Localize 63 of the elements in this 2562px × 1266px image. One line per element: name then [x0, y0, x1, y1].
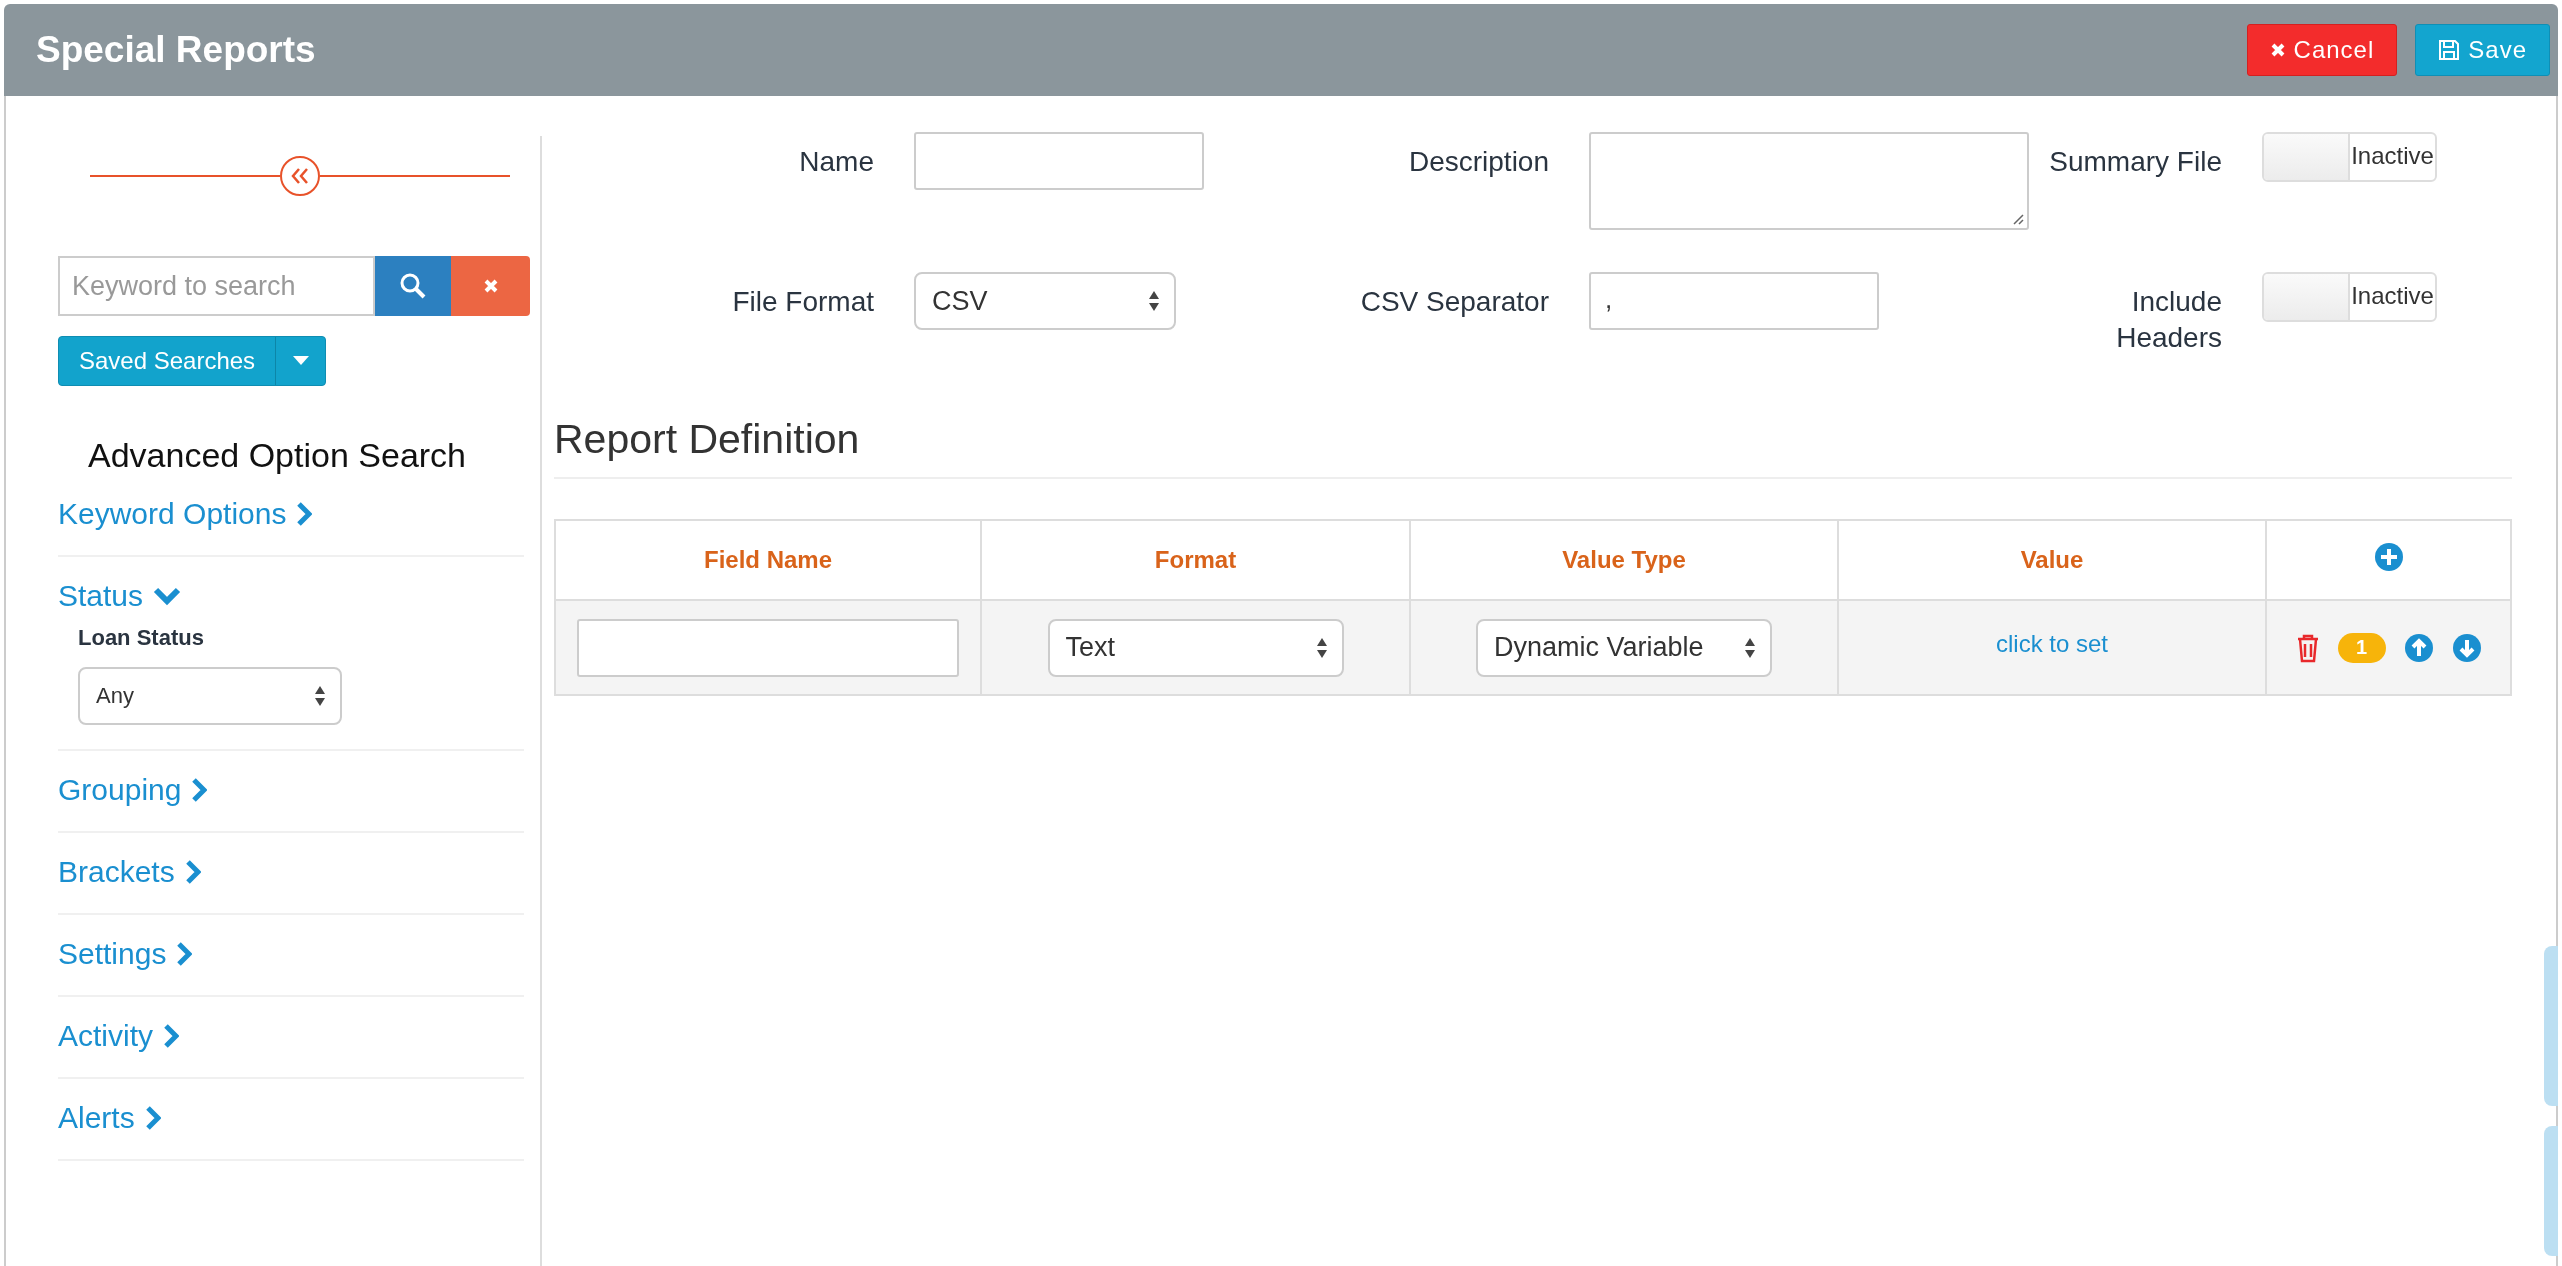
- caret-down-icon: [292, 356, 309, 366]
- field-label: Description: [1407, 145, 1550, 179]
- section-toggle[interactable]: Keyword Options: [58, 497, 313, 531]
- column-header: Value: [1838, 520, 2266, 600]
- search-button[interactable]: [375, 256, 451, 316]
- toggle-switch[interactable]: Inactive: [2262, 272, 2437, 322]
- chevron-right-icon: [144, 1105, 161, 1131]
- field-label: Summary File: [2048, 145, 2223, 179]
- cancel-button[interactable]: Cancel: [2246, 24, 2398, 76]
- resize-grip-icon: [2012, 213, 2024, 225]
- side-handle[interactable]: [2544, 946, 2558, 1106]
- section-toggle[interactable]: Alerts: [58, 1101, 161, 1135]
- select-field[interactable]: Any: [78, 667, 342, 725]
- select-arrows-icon: [1315, 636, 1328, 659]
- page-title: Special Reports: [36, 29, 316, 71]
- chevron-down-icon: [153, 586, 182, 606]
- section-toggle[interactable]: Settings: [58, 937, 193, 971]
- chevron-right-icon: [191, 777, 208, 803]
- keyword-search-field[interactable]: Keyword to search: [58, 256, 375, 316]
- side-handle[interactable]: [2544, 1126, 2558, 1256]
- saved-searches-button[interactable]: Saved Searches: [59, 337, 275, 385]
- trash-icon[interactable]: [2295, 632, 2320, 663]
- add-row-icon[interactable]: [2373, 542, 2404, 572]
- arrow-down-icon[interactable]: [2451, 632, 2482, 663]
- section-heading: Report Definition: [554, 416, 2512, 479]
- field-label: File Format: [731, 285, 875, 319]
- section-toggle[interactable]: Grouping: [58, 773, 208, 807]
- text-input[interactable]: ,: [1589, 272, 1879, 330]
- section-toggle[interactable]: Status: [58, 579, 182, 613]
- toggle-switch[interactable]: Inactive: [2262, 132, 2437, 182]
- section-toggle[interactable]: Brackets: [58, 855, 201, 889]
- click-to-set-link[interactable]: click to set: [1996, 629, 2108, 657]
- field-name-input[interactable]: [577, 618, 959, 677]
- arrow-up-icon[interactable]: [2403, 632, 2434, 663]
- search-icon: [399, 272, 427, 300]
- close-icon: [482, 278, 499, 294]
- select-field[interactable]: CSV: [914, 272, 1176, 330]
- section-toggle[interactable]: Activity: [58, 1019, 179, 1053]
- column-header: Format: [981, 520, 1410, 600]
- clear-search-button[interactable]: [451, 256, 530, 316]
- advanced-search-heading: Advanced Option Search: [88, 436, 468, 475]
- chevron-right-icon: [184, 859, 201, 885]
- field-label: Name: [798, 145, 875, 179]
- column-header: Value Type: [1410, 520, 1838, 600]
- field-label: CSV Separator: [1359, 285, 1550, 319]
- double-chevron-left-icon: [290, 167, 310, 185]
- column-header: Field Name: [555, 520, 981, 600]
- field-label: Loan Status: [78, 625, 205, 651]
- save-button[interactable]: Save: [2415, 24, 2550, 76]
- select-arrows-icon: [1148, 290, 1160, 312]
- collapse-sidebar-button[interactable]: [280, 156, 320, 196]
- text-input[interactable]: [914, 132, 1204, 190]
- select-arrows-icon: [1744, 636, 1756, 659]
- format-select[interactable]: Text: [1047, 618, 1344, 677]
- chevron-right-icon: [296, 501, 313, 527]
- field-label: Include Headers: [2115, 285, 2223, 355]
- textarea-field[interactable]: [1589, 132, 2029, 230]
- value-type-select[interactable]: Dynamic Variable: [1476, 618, 1772, 677]
- chevron-right-icon: [163, 1023, 179, 1049]
- order-badge: 1: [2337, 632, 2386, 663]
- close-icon: [2269, 42, 2286, 58]
- select-arrows-icon: [314, 685, 326, 707]
- chevron-right-icon: [176, 941, 193, 967]
